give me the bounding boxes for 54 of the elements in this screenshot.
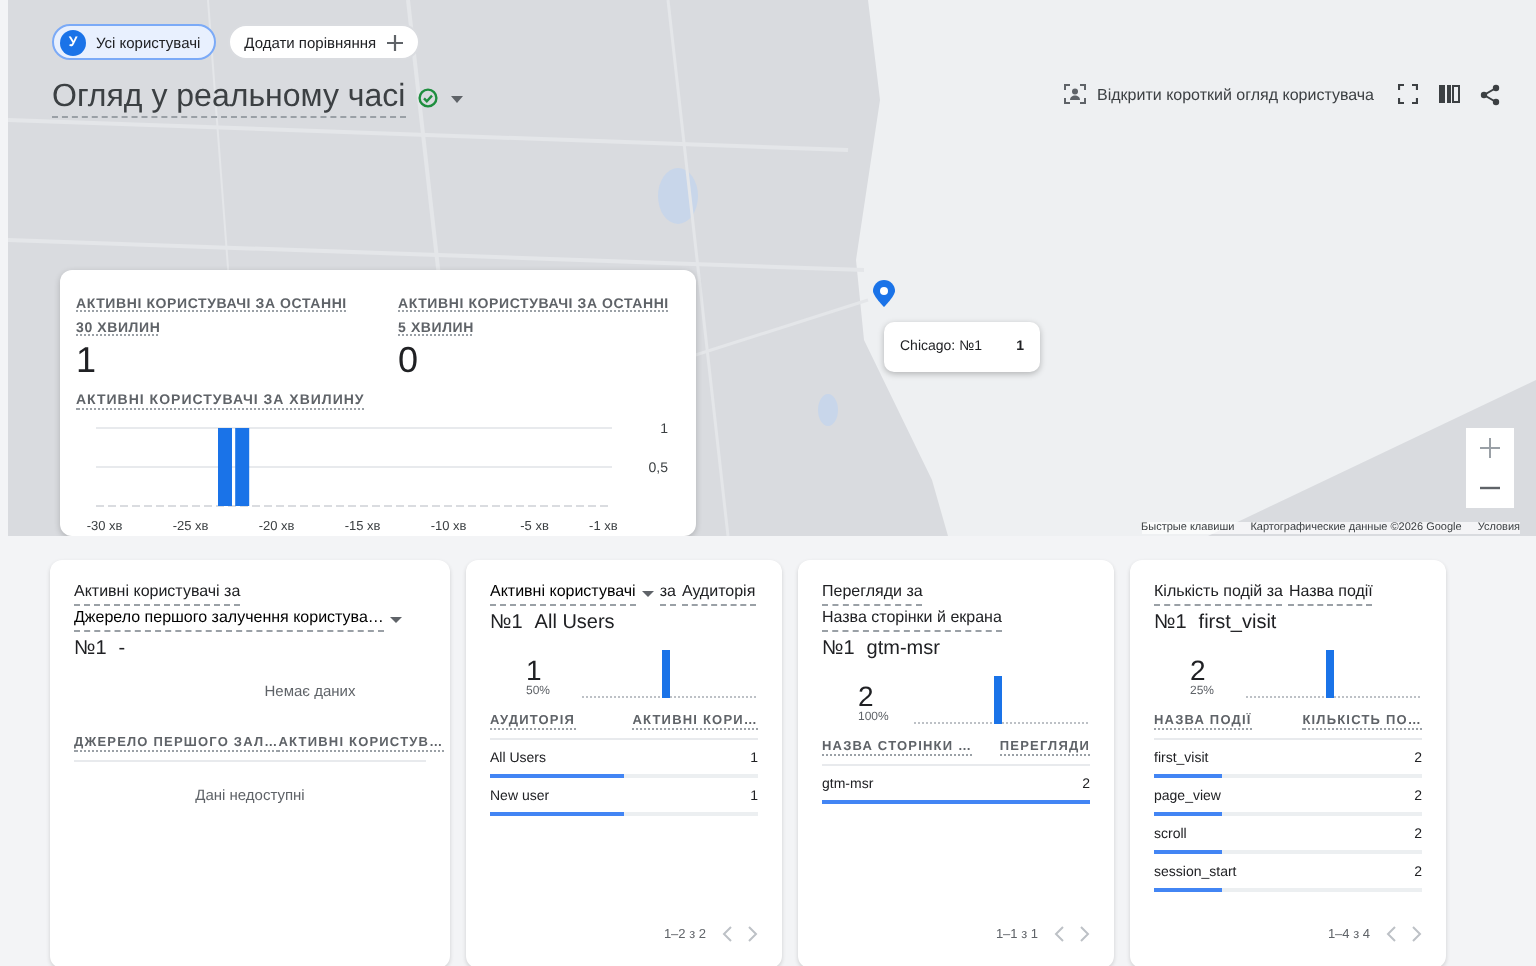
chevron-left-icon xyxy=(1386,926,1396,942)
top-item: first_visit xyxy=(1198,612,1277,634)
caret-icon xyxy=(449,93,464,103)
card-title: за xyxy=(659,580,676,606)
card-title: Назва сторінки й екрана xyxy=(822,606,1002,632)
rank-label: №1 xyxy=(1154,612,1187,634)
card-title: Активні користувачі за xyxy=(74,580,241,606)
share-icon xyxy=(1480,83,1500,105)
rank-label: №1 xyxy=(74,638,107,660)
title-dropdown[interactable]: Активні користувачі xyxy=(490,580,654,606)
next-page-button[interactable] xyxy=(748,926,758,942)
person-frame-icon xyxy=(1063,84,1086,104)
compare-button[interactable] xyxy=(1438,84,1460,104)
user-snapshot-button[interactable]: Відкрити короткий огляд користувача xyxy=(1059,80,1378,108)
card-title: Аудиторія xyxy=(681,580,756,606)
fullscreen-button[interactable] xyxy=(1398,84,1418,104)
top-item: - xyxy=(118,638,126,660)
plus-icon xyxy=(1480,438,1500,458)
page-title: Огляд у реальному часі xyxy=(52,78,406,118)
chevron-right-icon xyxy=(1080,926,1090,942)
metric-value: 0 xyxy=(398,342,421,378)
card-title: Перегляди за xyxy=(822,580,923,606)
title-dropdown[interactable]: Джерело першого залучення користува… xyxy=(74,606,402,632)
previous-page-button[interactable] xyxy=(1386,926,1396,942)
top-item: gtm-msr xyxy=(866,638,940,660)
rank-label: №1 xyxy=(822,638,855,660)
minus-icon xyxy=(1480,486,1500,490)
count-value: 1 xyxy=(526,656,542,686)
card-title: Назва події xyxy=(1288,580,1373,606)
chevron-right-icon xyxy=(748,926,758,942)
previous-page-button[interactable] xyxy=(1054,926,1064,942)
chart-bar xyxy=(235,428,250,506)
chevron-left-icon xyxy=(1054,926,1064,942)
chevron-left-icon xyxy=(722,926,732,942)
count-value: 2 xyxy=(1190,656,1206,686)
location-pin-icon xyxy=(872,280,896,308)
chevron-right-icon xyxy=(1412,926,1422,942)
card-title: Кількість подій за xyxy=(1154,580,1283,606)
rank-label: №1 xyxy=(490,612,523,634)
caret-icon xyxy=(641,589,654,597)
next-page-button[interactable] xyxy=(1080,926,1090,942)
fullscreen-icon xyxy=(1398,84,1418,104)
dropdown-button[interactable] xyxy=(449,93,464,103)
share-button[interactable] xyxy=(1480,83,1500,105)
columns-icon xyxy=(1438,84,1460,104)
count-value: 2 xyxy=(858,682,874,712)
top-item: All Users xyxy=(534,612,615,634)
check-circle-icon xyxy=(417,88,438,108)
plus-icon xyxy=(386,33,405,51)
caret-icon xyxy=(389,615,402,623)
next-page-button[interactable] xyxy=(1412,926,1422,942)
chart-bar xyxy=(218,428,232,506)
previous-page-button[interactable] xyxy=(722,926,732,942)
metric-value: 1 xyxy=(76,342,99,378)
